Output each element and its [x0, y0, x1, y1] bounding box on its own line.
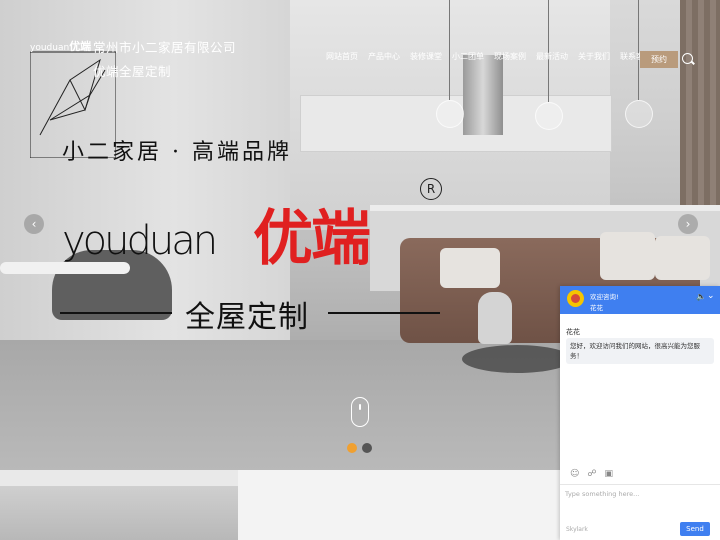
- background-pendant-wire: [638, 0, 639, 100]
- background-pendant-lamp: [436, 100, 464, 128]
- slide-dot-1[interactable]: [347, 443, 357, 453]
- scroll-mouse-icon[interactable]: [351, 397, 369, 427]
- background-coffee-table: [462, 345, 572, 373]
- nav-item-cases[interactable]: 现场案例: [494, 51, 526, 62]
- reserve-button[interactable]: 预约: [640, 51, 678, 68]
- section-image: [0, 486, 238, 540]
- background-pendant-lamp: [625, 100, 653, 128]
- nav-item-products[interactable]: 产品中心: [368, 51, 400, 62]
- volume-icon[interactable]: 🔈: [696, 292, 706, 301]
- nav-item-events[interactable]: 最新活动: [536, 51, 568, 62]
- background-pillow: [440, 248, 500, 288]
- nav-item-classroom[interactable]: 装修课堂: [410, 51, 442, 62]
- background-sculpture: [478, 292, 512, 344]
- logo-latin: youduan: [30, 43, 70, 53]
- nav-item-home[interactable]: 网站首页: [326, 51, 358, 62]
- header-slogan: 优端全屋定制: [93, 64, 172, 79]
- divider-line: [60, 312, 172, 314]
- slide-dot-2[interactable]: [362, 443, 372, 453]
- chat-title: 欢迎咨询!: [590, 293, 619, 301]
- chevron-left-icon[interactable]: ‹: [24, 214, 44, 234]
- attachment-icon[interactable]: ☍: [587, 469, 596, 479]
- background-pendant-wire: [449, 0, 450, 100]
- background-pillow: [655, 236, 710, 280]
- emoji-icon[interactable]: ☺: [570, 469, 579, 479]
- logo[interactable]: youduan优端: [30, 38, 91, 54]
- agent-avatar: [567, 290, 584, 307]
- search-icon[interactable]: [682, 53, 693, 64]
- chat-widget: 欢迎咨询! 花花 🔈 ⌄ 花花 您好，欢迎访问我们的网站，很高兴能为您服务！ ☺…: [560, 286, 720, 540]
- chevron-down-icon[interactable]: ⌄: [707, 291, 715, 301]
- chat-agent-name-header: 花花: [590, 304, 603, 312]
- background-pillow: [600, 232, 655, 280]
- hero-brand-cn: 优端: [253, 204, 371, 274]
- background-pendant-lamp: [535, 102, 563, 130]
- chat-message: 您好，欢迎访问我们的网站，很高兴能为您服务！: [566, 338, 714, 364]
- powered-by: Skylark: [566, 526, 588, 533]
- chat-input[interactable]: Type something here...: [560, 484, 720, 522]
- section-background: [238, 470, 560, 540]
- registered-mark-icon: R: [420, 178, 442, 200]
- main-nav: 网站首页 产品中心 装修课堂 小二团单 现场案例 最新活动 关于我们 联系客服: [326, 51, 662, 62]
- hero-sub-tagline: 全屋定制: [185, 300, 309, 335]
- hero-tagline: 小二家居 · 高端品牌: [62, 140, 292, 165]
- company-name: 常州市小二家居有限公司: [93, 40, 237, 55]
- chevron-right-icon[interactable]: ›: [678, 214, 698, 234]
- logo-cn: 优端: [69, 40, 92, 53]
- send-button[interactable]: Send: [680, 522, 710, 536]
- divider-line: [328, 312, 440, 314]
- background-range-hood: [463, 55, 503, 135]
- chat-toolbar: ☺ ☍ ▣: [570, 469, 613, 479]
- image-icon[interactable]: ▣: [605, 469, 614, 479]
- nav-item-group-order[interactable]: 小二团单: [452, 51, 484, 62]
- hero-brand-latin: youduan: [62, 218, 218, 264]
- nav-item-about[interactable]: 关于我们: [578, 51, 610, 62]
- chat-agent-name: 花花: [566, 328, 580, 336]
- chat-header[interactable]: 欢迎咨询! 花花 🔈 ⌄: [560, 286, 720, 314]
